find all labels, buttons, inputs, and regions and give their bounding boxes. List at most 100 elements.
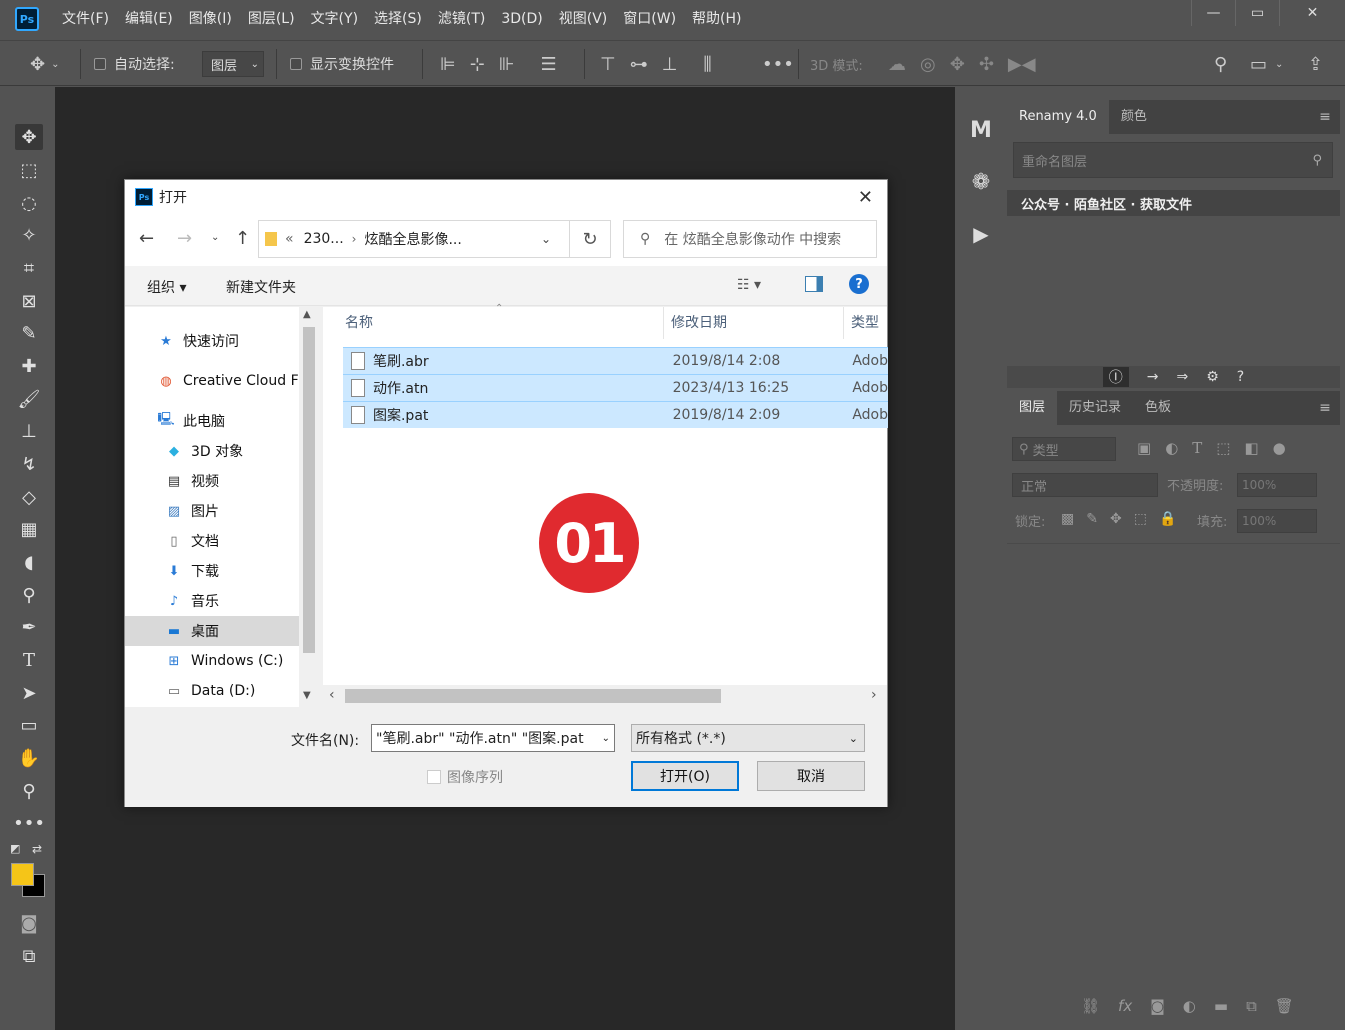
- image-sequence-checkbox[interactable]: 图像序列: [427, 767, 503, 787]
- column-name[interactable]: 名称: [345, 307, 373, 339]
- aperture-icon[interactable]: ❁: [965, 166, 997, 198]
- file-type-select[interactable]: 所有格式 (*.*) ⌄: [631, 724, 865, 752]
- nav-videos[interactable]: ▤ 视频: [125, 466, 299, 496]
- scroll-right-icon[interactable]: ›: [871, 687, 877, 703]
- file-row[interactable]: 图案.pat 2019/8/14 2:09 Adob: [343, 401, 888, 428]
- add-mask-icon[interactable]: ◙: [1150, 997, 1165, 1015]
- address-dropdown-icon[interactable]: ⌄: [541, 232, 551, 246]
- up-icon[interactable]: ↑: [235, 228, 250, 249]
- screen-mode-icon[interactable]: ⧉: [15, 943, 43, 969]
- close-icon[interactable]: ✕: [858, 187, 873, 208]
- open-button[interactable]: 打开(O): [631, 761, 739, 791]
- scroll-left-icon[interactable]: ‹: [329, 687, 335, 703]
- filename-dropdown-icon[interactable]: ⌄: [601, 732, 610, 744]
- pen-tool-icon[interactable]: ✒: [15, 614, 43, 640]
- stamp-tool-icon[interactable]: ⊥: [15, 418, 43, 444]
- lasso-tool-icon[interactable]: ◌: [15, 190, 43, 216]
- file-list-hscrollbar[interactable]: ‹ ›: [323, 685, 887, 707]
- camera-3d-icon[interactable]: ▶◀: [1008, 54, 1036, 75]
- path-parent[interactable]: 230...: [304, 231, 344, 247]
- eraser-tool-icon[interactable]: ◇: [15, 484, 43, 510]
- distribute-v-icon[interactable]: ⫼: [703, 54, 711, 75]
- align-center-icon[interactable]: ⊹: [470, 54, 485, 75]
- show-transform-checkbox[interactable]: 显示变换控件: [290, 41, 394, 87]
- filename-input[interactable]: "笔刷.abr" "动作.atn" "图案.pat ⌄: [371, 724, 615, 752]
- forward-icon[interactable]: →: [177, 228, 192, 249]
- column-type[interactable]: 类型: [851, 307, 879, 339]
- zoom-tool-icon[interactable]: ⚲: [15, 778, 43, 804]
- nav-3d-objects[interactable]: ◆ 3D 对象: [125, 436, 299, 466]
- address-bar[interactable]: « 230... › 炫酷全息影像... ⌄: [258, 220, 611, 258]
- delete-layer-icon[interactable]: 🗑: [1275, 997, 1294, 1015]
- lock-transparent-icon[interactable]: ▩: [1061, 511, 1074, 527]
- menu-type[interactable]: 文字(Y): [303, 0, 366, 38]
- nav-this-pc[interactable]: 🖳 此电脑: [125, 406, 299, 436]
- help-icon[interactable]: ?: [849, 274, 869, 294]
- magic-wand-tool-icon[interactable]: ✧: [15, 222, 43, 248]
- tab-layers[interactable]: 图层: [1007, 391, 1058, 425]
- fill-field[interactable]: 100%: [1237, 509, 1317, 533]
- history-brush-tool-icon[interactable]: ↯: [15, 451, 43, 477]
- foreground-color-swatch[interactable]: [11, 863, 34, 886]
- roll-3d-icon[interactable]: ◎: [920, 54, 936, 75]
- new-group-icon[interactable]: ▬: [1214, 997, 1228, 1015]
- slide-3d-icon[interactable]: ✣: [979, 54, 994, 75]
- play-icon[interactable]: ▶: [965, 218, 997, 250]
- nav-scroll-thumb[interactable]: [303, 327, 315, 653]
- type-tool-icon[interactable]: T: [15, 647, 43, 673]
- new-folder-button[interactable]: 新建文件夹: [226, 277, 296, 297]
- help-icon[interactable]: ?: [1237, 369, 1244, 385]
- refresh-icon[interactable]: ↻: [569, 220, 611, 258]
- orbit-3d-icon[interactable]: ☁: [888, 54, 906, 75]
- crop-tool-icon[interactable]: ⌗: [15, 255, 43, 281]
- path-overflow[interactable]: «: [285, 231, 294, 247]
- recent-locations-icon[interactable]: ⌄: [211, 232, 219, 243]
- arrow-right-icon[interactable]: →: [1147, 369, 1159, 385]
- menu-3d[interactable]: 3D(D): [493, 0, 550, 38]
- layer-filter-dropdown[interactable]: ⚲ 类型: [1012, 437, 1116, 461]
- scroll-up-icon[interactable]: ▲: [303, 309, 311, 320]
- view-options-icon[interactable]: ☷ ▾: [737, 277, 761, 293]
- menu-window[interactable]: 窗口(W): [615, 0, 684, 38]
- nav-creative-cloud[interactable]: ◍ Creative Cloud F: [125, 366, 299, 396]
- blend-mode-dropdown[interactable]: 正常: [1012, 473, 1158, 497]
- quick-mask-icon[interactable]: ◙: [15, 910, 43, 936]
- dodge-tool-icon[interactable]: ⚲: [15, 582, 43, 608]
- settings-icon[interactable]: ⚙: [1206, 369, 1219, 385]
- file-row[interactable]: 笔刷.abr 2019/8/14 2:08 Adob: [343, 347, 888, 374]
- frame-tool-icon[interactable]: ⊠: [15, 288, 43, 314]
- menu-edit[interactable]: 编辑(E): [117, 0, 181, 38]
- default-colors-icon[interactable]: ◩: [10, 842, 20, 855]
- drag-3d-icon[interactable]: ✥: [950, 54, 965, 75]
- link-layers-icon[interactable]: ⛓: [1081, 997, 1100, 1015]
- shape-filter-icon[interactable]: ⬚: [1216, 439, 1230, 457]
- move-tool-icon[interactable]: ✥ ⌄: [30, 41, 59, 87]
- align-bottom-icon[interactable]: ⊥: [662, 54, 678, 75]
- lock-artboard-icon[interactable]: ⬚: [1134, 511, 1147, 527]
- adjustment-layer-icon[interactable]: ◐: [1183, 997, 1196, 1015]
- healing-tool-icon[interactable]: ✚: [15, 353, 43, 379]
- more-options-icon[interactable]: •••: [762, 41, 794, 87]
- opacity-field[interactable]: 100%: [1237, 473, 1317, 497]
- path-selection-tool-icon[interactable]: ➤: [15, 680, 43, 706]
- share-icon[interactable]: ⇪: [1308, 41, 1323, 87]
- lock-all-icon[interactable]: 🔒: [1159, 511, 1176, 527]
- align-left-icon[interactable]: ⊫: [440, 54, 456, 75]
- hand-tool-icon[interactable]: ✋: [15, 745, 43, 771]
- nav-music[interactable]: ♪ 音乐: [125, 586, 299, 616]
- nav-drive-c[interactable]: ⊞ Windows (C:): [125, 646, 299, 676]
- new-layer-icon[interactable]: ⧉: [1246, 997, 1257, 1015]
- type-filter-icon[interactable]: T: [1192, 439, 1202, 457]
- menu-image[interactable]: 图像(I): [181, 0, 240, 38]
- fx-icon[interactable]: fx: [1118, 997, 1132, 1015]
- nav-pictures[interactable]: ▨ 图片: [125, 496, 299, 526]
- menu-filter[interactable]: 滤镜(T): [430, 0, 493, 38]
- workspace-icon[interactable]: ▭ ⌄: [1250, 41, 1283, 87]
- align-right-icon[interactable]: ⊪: [499, 54, 515, 75]
- nav-drive-d[interactable]: ▭ Data (D:): [125, 676, 299, 706]
- blur-tool-icon[interactable]: ◖: [15, 549, 43, 575]
- rename-icon[interactable]: Ⓘ: [1102, 367, 1129, 387]
- lock-position-icon[interactable]: ✥: [1110, 511, 1122, 527]
- menu-select[interactable]: 选择(S): [366, 0, 430, 38]
- auto-select-dropdown[interactable]: 图层 ⌄: [202, 41, 264, 87]
